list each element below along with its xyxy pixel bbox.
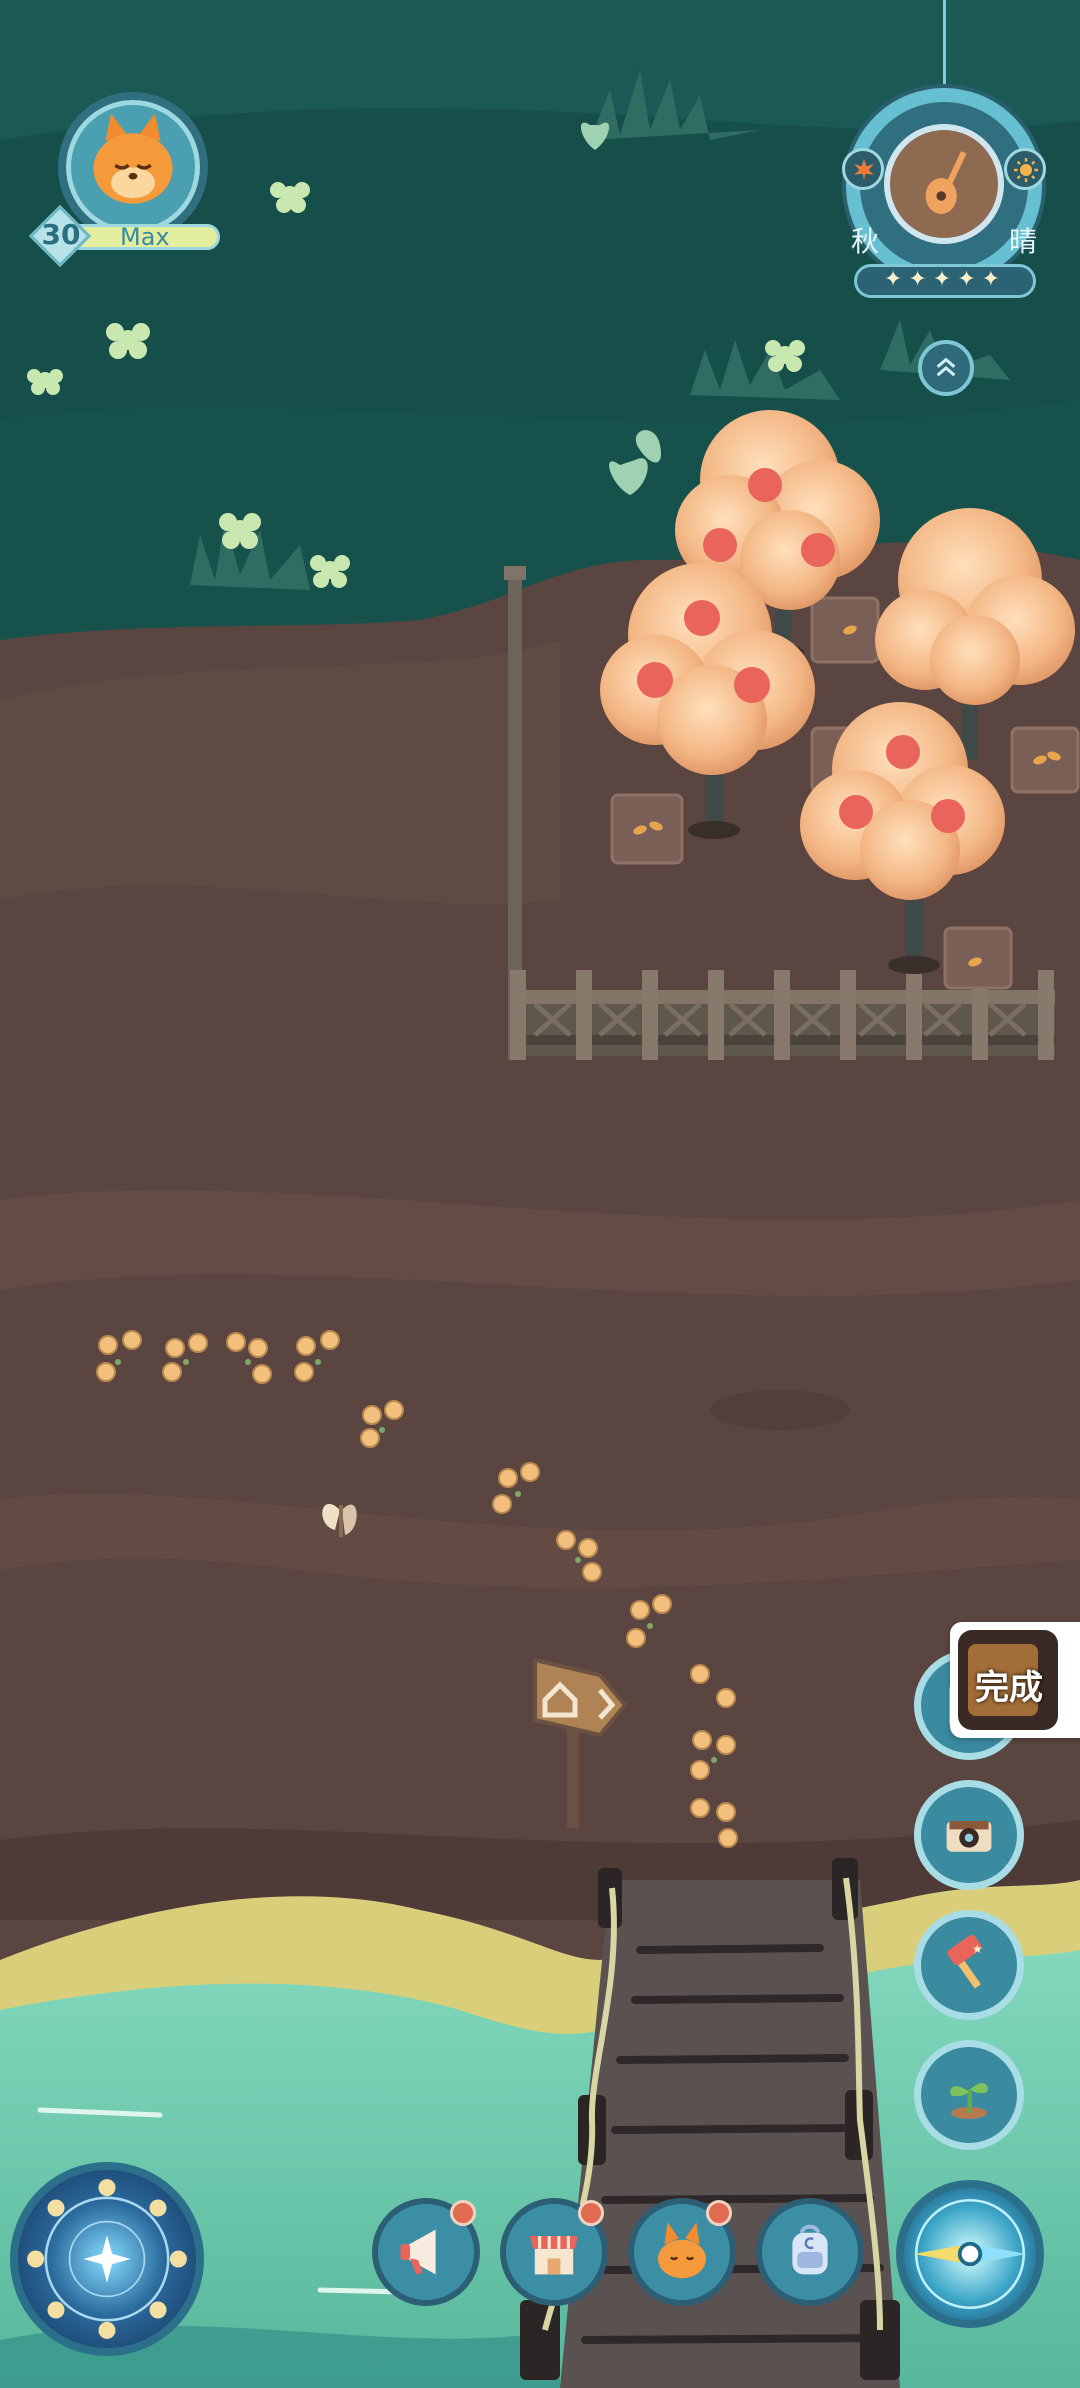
- character-button[interactable]: [628, 2198, 736, 2306]
- condition-label: 晴: [1008, 225, 1037, 258]
- apple[interactable]: [839, 795, 873, 829]
- condition-icon-holder: [1004, 148, 1046, 190]
- orange-fox-icon: [658, 2222, 706, 2279]
- game-scene[interactable]: [0, 0, 1080, 2388]
- hammer-button[interactable]: ★: [914, 1910, 1024, 2020]
- notification-dot: [706, 2200, 732, 2226]
- shop-icon: [530, 2236, 578, 2275]
- backpack-button[interactable]: [756, 2198, 864, 2306]
- season-label: 秋: [850, 225, 879, 258]
- apple[interactable]: [886, 735, 920, 769]
- weather-center: [884, 124, 1004, 244]
- apple[interactable]: [734, 667, 770, 703]
- notification-dot: [450, 2200, 476, 2226]
- rating-star-icon: ✦: [981, 267, 1007, 292]
- apple[interactable]: [801, 533, 835, 567]
- apple[interactable]: [931, 799, 965, 833]
- hammer-icon: ★: [947, 1935, 983, 1989]
- apple[interactable]: [748, 468, 782, 502]
- apple[interactable]: [637, 662, 673, 698]
- rating-star-icon: ✦: [957, 267, 982, 292]
- player-level: 30: [41, 218, 81, 251]
- weather-rating: ✦✦✦✦✦: [854, 264, 1036, 298]
- notification-dot: [578, 2200, 604, 2226]
- megaphone-icon: [400, 2229, 436, 2275]
- completion-popup[interactable]: 完成: [950, 1622, 1080, 1738]
- rating-star-icon: ✦: [908, 267, 933, 292]
- camera-button[interactable]: [914, 1780, 1024, 1890]
- apple[interactable]: [684, 600, 720, 636]
- svg-text:★: ★: [972, 1942, 983, 1956]
- level-status: Max: [120, 223, 170, 251]
- guitar-icon: [925, 151, 967, 214]
- backpack-icon: [792, 2224, 828, 2275]
- widget-string: [943, 0, 946, 92]
- moon-phase-dial[interactable]: [10, 2162, 204, 2356]
- sprout-button[interactable]: [914, 2040, 1024, 2150]
- rating-star-icon: ✦: [932, 267, 958, 292]
- orange-fox-avatar-icon: [93, 113, 173, 204]
- shop-button[interactable]: [500, 2198, 608, 2306]
- sun-icon: [1014, 158, 1038, 182]
- season-icon-holder: [842, 148, 884, 190]
- compass-button[interactable]: [896, 2180, 1044, 2328]
- rating-star-icon: ✦: [883, 267, 909, 292]
- compass-icon: [913, 2198, 1027, 2310]
- maple-leaf-icon: [854, 159, 874, 181]
- dirt-patch: [710, 1390, 850, 1430]
- announcement-button[interactable]: [372, 2198, 480, 2306]
- expand-weather-button[interactable]: [918, 340, 974, 396]
- moon-phase-dial-icon: [27, 2179, 187, 2339]
- camera-icon: [946, 1821, 992, 1852]
- popup-label: 完成: [975, 1668, 1043, 1708]
- apple[interactable]: [703, 528, 737, 562]
- sprout-icon: [950, 2083, 988, 2119]
- double-chevron-up-icon: [936, 357, 956, 377]
- weather-widget[interactable]: 秋 晴: [842, 88, 1046, 284]
